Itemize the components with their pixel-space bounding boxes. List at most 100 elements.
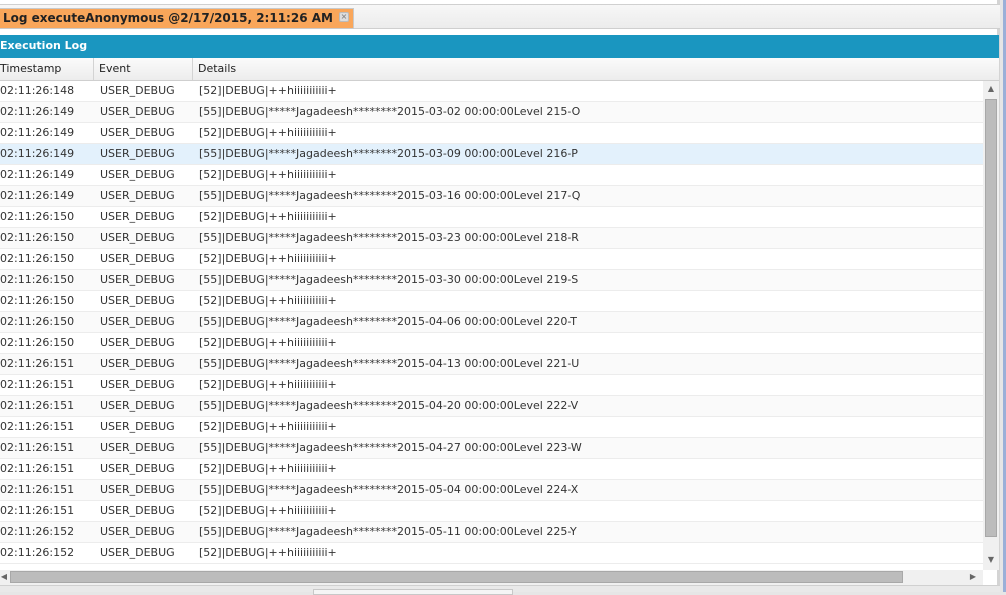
cell-event: USER_DEBUG bbox=[100, 252, 175, 265]
cell-event: USER_DEBUG bbox=[100, 168, 175, 181]
cell-event: USER_DEBUG bbox=[100, 294, 175, 307]
cell-event: USER_DEBUG bbox=[100, 546, 175, 559]
cell-details: [55]|DEBUG|*****Jagadeesh********2015-03… bbox=[199, 147, 578, 160]
cell-event: USER_DEBUG bbox=[100, 273, 175, 286]
cell-event: USER_DEBUG bbox=[100, 84, 175, 97]
cell-details: [52]|DEBUG|++hiiiiiiiiiii+ bbox=[199, 336, 337, 349]
cell-details: [52]|DEBUG|++hiiiiiiiiiii+ bbox=[199, 378, 337, 391]
cell-timestamp: 02:11:26:151 bbox=[0, 504, 75, 517]
table-row[interactable]: 02:11:26:150 USER_DEBUG [52]|DEBUG|++hiiii… bbox=[0, 333, 983, 354]
cell-event: USER_DEBUG bbox=[100, 483, 175, 496]
cell-event: USER_DEBUG bbox=[100, 399, 175, 412]
table-row[interactable]: 02:11:26:152 USER_DEBUG [55]|DEBUG|*****Ja… bbox=[0, 522, 983, 543]
execution-log-window: Log executeAnonymous @2/17/2015, 2:11:26… bbox=[0, 0, 1000, 595]
cell-details: [55]|DEBUG|*****Jagadeesh********2015-04… bbox=[199, 441, 582, 454]
cell-details: [52]|DEBUG|++hiiiiiiiiiii+ bbox=[199, 210, 337, 223]
cell-event: USER_DEBUG bbox=[100, 504, 175, 517]
cell-timestamp: 02:11:26:150 bbox=[0, 252, 75, 265]
cell-timestamp: 02:11:26:151 bbox=[0, 483, 75, 496]
table-row[interactable]: 02:11:26:151 USER_DEBUG [52]|DEBUG|++hiiii… bbox=[0, 501, 983, 522]
cell-timestamp: 02:11:26:151 bbox=[0, 399, 75, 412]
cell-timestamp: 02:11:26:150 bbox=[0, 210, 75, 223]
cell-event: USER_DEBUG bbox=[100, 378, 175, 391]
cell-timestamp: 02:11:26:151 bbox=[0, 462, 75, 475]
scroll-right-icon[interactable]: ▶ bbox=[965, 572, 981, 581]
table-row[interactable]: 02:11:26:150 USER_DEBUG [55]|DEBUG|*****Ja… bbox=[0, 270, 983, 291]
cell-timestamp: 02:11:26:149 bbox=[0, 147, 75, 160]
footer-button[interactable] bbox=[313, 589, 513, 595]
log-table-body: 02:11:26:148 USER_DEBUG [52]|DEBUG|++hiiii… bbox=[0, 81, 983, 570]
cell-details: [55]|DEBUG|*****Jagadeesh********2015-05… bbox=[199, 525, 577, 538]
cell-timestamp: 02:11:26:151 bbox=[0, 357, 75, 370]
table-row[interactable]: 02:11:26:152 USER_DEBUG [52]|DEBUG|++hiiii… bbox=[0, 543, 983, 564]
cell-details: [52]|DEBUG|++hiiiiiiiiiii+ bbox=[199, 294, 337, 307]
table-row[interactable]: 02:11:26:148 USER_DEBUG [52]|DEBUG|++hiiii… bbox=[0, 81, 983, 102]
table-row[interactable]: 02:11:26:149 USER_DEBUG [55]|DEBUG|*****Ja… bbox=[0, 186, 983, 207]
cell-details: [55]|DEBUG|*****Jagadeesh********2015-03… bbox=[199, 105, 581, 118]
cell-timestamp: 02:11:26:150 bbox=[0, 336, 75, 349]
cell-timestamp: 02:11:26:149 bbox=[0, 105, 75, 118]
cell-details: [55]|DEBUG|*****Jagadeesh********2015-05… bbox=[199, 483, 579, 496]
cell-event: USER_DEBUG bbox=[100, 189, 175, 202]
cell-details: [52]|DEBUG|++hiiiiiiiiiii+ bbox=[199, 546, 337, 559]
footer-bar bbox=[0, 585, 1000, 595]
table-row[interactable]: 02:11:26:150 USER_DEBUG [55]|DEBUG|*****Ja… bbox=[0, 312, 983, 333]
scroll-down-icon[interactable]: ▼ bbox=[983, 555, 999, 564]
cell-timestamp: 02:11:26:149 bbox=[0, 126, 75, 139]
table-row[interactable]: 02:11:26:149 USER_DEBUG [55]|DEBUG|*****Ja… bbox=[0, 144, 983, 165]
cell-timestamp: 02:11:26:151 bbox=[0, 420, 75, 433]
cell-event: USER_DEBUG bbox=[100, 126, 175, 139]
panel-title: Execution Log bbox=[0, 35, 999, 58]
cell-event: USER_DEBUG bbox=[100, 315, 175, 328]
cell-details: [52]|DEBUG|++hiiiiiiiiiii+ bbox=[199, 168, 337, 181]
cell-timestamp: 02:11:26:151 bbox=[0, 441, 75, 454]
table-row[interactable]: 02:11:26:150 USER_DEBUG [52]|DEBUG|++hiiii… bbox=[0, 207, 983, 228]
cell-timestamp: 02:11:26:149 bbox=[0, 168, 75, 181]
table-row[interactable]: 02:11:26:149 USER_DEBUG [52]|DEBUG|++hiiii… bbox=[0, 123, 983, 144]
cell-details: [52]|DEBUG|++hiiiiiiiiiii+ bbox=[199, 462, 337, 475]
cell-event: USER_DEBUG bbox=[100, 525, 175, 538]
tab-label: Log executeAnonymous @2/17/2015, 2:11:26… bbox=[3, 11, 333, 25]
cell-event: USER_DEBUG bbox=[100, 441, 175, 454]
cell-details: [55]|DEBUG|*****Jagadeesh********2015-04… bbox=[199, 357, 580, 370]
table-row[interactable]: 02:11:26:149 USER_DEBUG [52]|DEBUG|++hiiii… bbox=[0, 165, 983, 186]
table-row[interactable]: 02:11:26:149 USER_DEBUG [55]|DEBUG|*****Ja… bbox=[0, 102, 983, 123]
cell-timestamp: 02:11:26:150 bbox=[0, 294, 75, 307]
cell-details: [55]|DEBUG|*****Jagadeesh********2015-04… bbox=[199, 315, 577, 328]
cell-timestamp: 02:11:26:151 bbox=[0, 378, 75, 391]
cell-details: [55]|DEBUG|*****Jagadeesh********2015-03… bbox=[199, 231, 579, 244]
horizontal-scrollbar[interactable]: ◀ ▶ bbox=[0, 570, 983, 585]
cell-details: [55]|DEBUG|*****Jagadeesh********2015-03… bbox=[199, 189, 581, 202]
cell-details: [55]|DEBUG|*****Jagadeesh********2015-03… bbox=[199, 273, 579, 286]
cell-timestamp: 02:11:26:152 bbox=[0, 525, 75, 538]
cell-timestamp: 02:11:26:150 bbox=[0, 315, 75, 328]
cell-timestamp: 02:11:26:148 bbox=[0, 84, 75, 97]
table-row[interactable]: 02:11:26:151 USER_DEBUG [55]|DEBUG|*****Ja… bbox=[0, 396, 983, 417]
table-row[interactable]: 02:11:26:150 USER_DEBUG [55]|DEBUG|*****Ja… bbox=[0, 228, 983, 249]
table-row[interactable]: 02:11:26:150 USER_DEBUG [52]|DEBUG|++hiiii… bbox=[0, 249, 983, 270]
horizontal-scroll-thumb[interactable] bbox=[10, 571, 903, 583]
cell-details: [52]|DEBUG|++hiiiiiiiiiii+ bbox=[199, 420, 337, 433]
vertical-scrollbar[interactable]: ▲ ▼ bbox=[983, 81, 999, 570]
table-row[interactable]: 02:11:26:151 USER_DEBUG [55]|DEBUG|*****Ja… bbox=[0, 480, 983, 501]
table-row[interactable]: 02:11:26:150 USER_DEBUG [52]|DEBUG|++hiiii… bbox=[0, 291, 983, 312]
vertical-scroll-thumb[interactable] bbox=[985, 99, 997, 537]
cell-event: USER_DEBUG bbox=[100, 357, 175, 370]
cell-details: [52]|DEBUG|++hiiiiiiiiiii+ bbox=[199, 126, 337, 139]
tab-log-execute-anonymous[interactable]: Log executeAnonymous @2/17/2015, 2:11:26… bbox=[0, 8, 354, 29]
table-row[interactable]: 02:11:26:151 USER_DEBUG [52]|DEBUG|++hiiii… bbox=[0, 375, 983, 396]
table-row[interactable]: 02:11:26:151 USER_DEBUG [55]|DEBUG|*****Ja… bbox=[0, 438, 983, 459]
column-header-row: Timestamp Event Details bbox=[0, 58, 999, 81]
cell-timestamp: 02:11:26:152 bbox=[0, 546, 75, 559]
table-row[interactable]: 02:11:26:151 USER_DEBUG [52]|DEBUG|++hiiii… bbox=[0, 417, 983, 438]
cell-event: USER_DEBUG bbox=[100, 210, 175, 223]
column-header-event[interactable]: Event bbox=[94, 58, 193, 80]
table-row[interactable]: 02:11:26:151 USER_DEBUG [55]|DEBUG|*****Ja… bbox=[0, 354, 983, 375]
cell-event: USER_DEBUG bbox=[100, 462, 175, 475]
scroll-up-icon[interactable]: ▲ bbox=[983, 84, 999, 93]
close-icon[interactable]: × bbox=[338, 12, 349, 22]
cell-timestamp: 02:11:26:150 bbox=[0, 231, 75, 244]
column-header-details[interactable]: Details bbox=[193, 58, 999, 80]
table-row[interactable]: 02:11:26:151 USER_DEBUG [52]|DEBUG|++hiiii… bbox=[0, 459, 983, 480]
column-header-timestamp[interactable]: Timestamp bbox=[0, 58, 94, 80]
